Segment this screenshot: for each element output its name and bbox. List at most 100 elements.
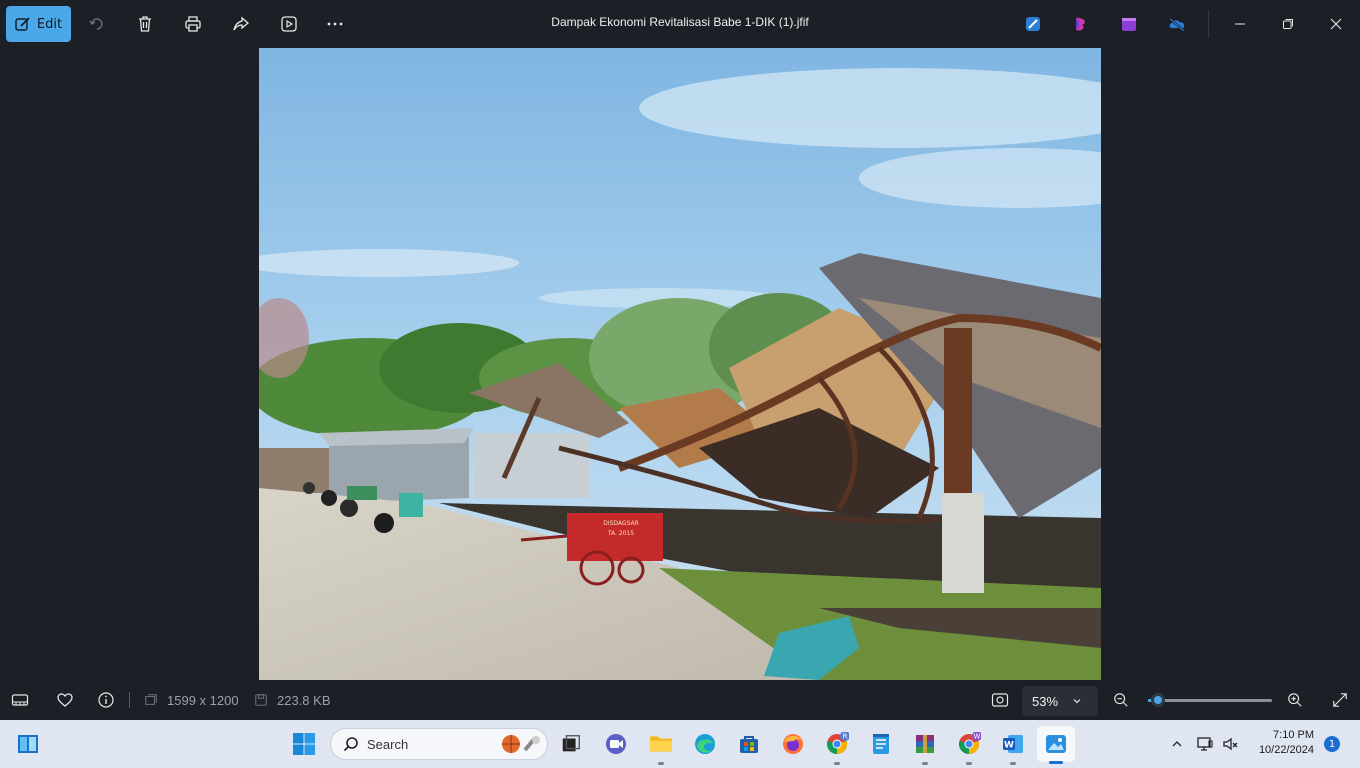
window-title: Dampak Ekonomi Revitalisasi Babe 1-DIK (… [551,15,809,29]
rotate-button[interactable] [85,12,109,36]
running-indicator [658,762,664,765]
store-icon [740,736,758,753]
task-view-button[interactable] [557,730,585,758]
close-icon [1330,18,1342,30]
zoom-dropdown[interactable]: 53% [1022,686,1098,716]
printer-icon [185,16,201,32]
photos-icon [1046,735,1066,753]
zoom-out-icon [1114,693,1128,707]
restore-icon [1283,19,1293,29]
meet-app-button[interactable] [602,730,630,758]
archive-icon [916,735,934,753]
firefox-icon [783,734,803,754]
delete-button[interactable] [133,12,157,36]
share-icon [233,16,250,31]
network-icon [1197,737,1213,751]
filmstrip-icon [11,694,29,706]
video-call-icon [606,734,626,754]
rotate-icon [89,18,103,30]
status-bar: 1599 x 1200 223.8 KB 53% [0,680,1360,720]
top-toolbar: Edit Dampak Ekonomi Revitalisasi Babe 1-… [0,0,1360,48]
notepad-icon [873,734,889,754]
running-indicator [922,762,928,765]
chevron-down-icon [1073,699,1081,704]
photos-button-active[interactable] [1037,726,1075,764]
network-button[interactable] [1191,730,1219,758]
photo-editor-icon [1026,17,1040,31]
heart-icon [57,693,73,707]
favorite-button[interactable] [55,690,75,710]
play-icon [281,16,297,32]
edge-button[interactable] [691,730,719,758]
folder-icon [650,736,672,752]
start-button[interactable] [290,730,318,758]
word-icon: W [1003,735,1023,753]
task-view-icon [562,735,580,752]
more-options-button[interactable] [323,12,347,36]
onedrive-button[interactable] [1165,12,1189,36]
show-hidden-icons-button[interactable] [1163,730,1191,758]
fullscreen-button[interactable] [1330,690,1350,710]
photos-app-window: Edit Dampak Ekonomi Revitalisasi Babe 1-… [0,0,1360,720]
volume-button[interactable] [1217,730,1245,758]
edit-button[interactable]: Edit [6,6,71,42]
burned-market-photo: DISDAGSAR TA. 2015 [259,48,1101,680]
cart-sign-line1: DISDAGSAR [603,520,639,527]
actual-size-button[interactable] [990,690,1010,710]
firefox-button[interactable] [779,730,807,758]
clock-time: 7:10 PM [1273,729,1314,741]
maximize-button[interactable] [1276,12,1300,36]
basketball-icon [502,735,540,753]
running-indicator [1010,762,1016,765]
photo-canvas[interactable]: DISDAGSAR TA. 2015 [259,48,1101,680]
clapper-icon [1122,18,1136,31]
clipchamp-button[interactable] [1069,12,1093,36]
running-indicator [834,762,840,765]
minimize-icon [1235,23,1245,25]
chrome-profile-w-button[interactable]: W [955,730,983,765]
widgets-button[interactable] [14,730,42,758]
store-button[interactable] [735,730,763,758]
zoom-slider-thumb[interactable] [1150,693,1165,707]
svg-text:W: W [974,733,981,741]
windows-taskbar: Search R W W 7:10 PM 10/22/2024 1 [0,720,1360,768]
expand-icon [1333,693,1347,707]
zoom-in-icon [1288,693,1302,707]
zoom-value: 53% [1032,693,1059,709]
more-icon [327,22,343,26]
cart-sign-line2: TA. 2015 [607,530,634,537]
slideshow-button[interactable] [277,12,301,36]
chrome-profile-r-button[interactable]: R [823,730,851,765]
volume-muted-icon [1223,737,1238,751]
file-size-icon [251,690,271,710]
image-dimensions: 1599 x 1200 [167,693,239,708]
system-clock[interactable]: 7:10 PM 10/22/2024 [1250,728,1314,758]
notification-badge[interactable]: 1 [1324,736,1340,752]
print-button[interactable] [181,12,205,36]
editor-app-button[interactable] [1021,12,1045,36]
toolbar-divider [1208,10,1209,38]
share-button[interactable] [229,12,253,36]
status-divider [129,692,130,708]
minimize-button[interactable] [1228,12,1252,36]
zoom-in-button[interactable] [1285,690,1305,710]
taskbar-search[interactable]: Search [330,728,548,760]
word-button[interactable]: W [999,730,1027,765]
dimensions-icon [141,690,161,710]
zoom-out-button[interactable] [1111,690,1131,710]
chrome-icon: R [827,732,849,754]
zoom-slider[interactable] [1148,693,1272,707]
notepad-button[interactable] [867,730,895,758]
search-placeholder: Search [367,736,409,752]
close-button[interactable] [1324,12,1348,36]
file-info-button[interactable] [96,690,116,710]
winrar-button[interactable] [911,730,939,765]
svg-text:W: W [1004,741,1014,751]
file-size: 223.8 KB [277,693,331,708]
filmstrip-button[interactable] [10,690,30,710]
cloud-offline-icon [1169,18,1185,32]
video-editor-button[interactable] [1117,12,1141,36]
svg-text:R: R [843,733,848,741]
file-explorer-button[interactable] [647,730,675,765]
widgets-icon [18,735,38,753]
